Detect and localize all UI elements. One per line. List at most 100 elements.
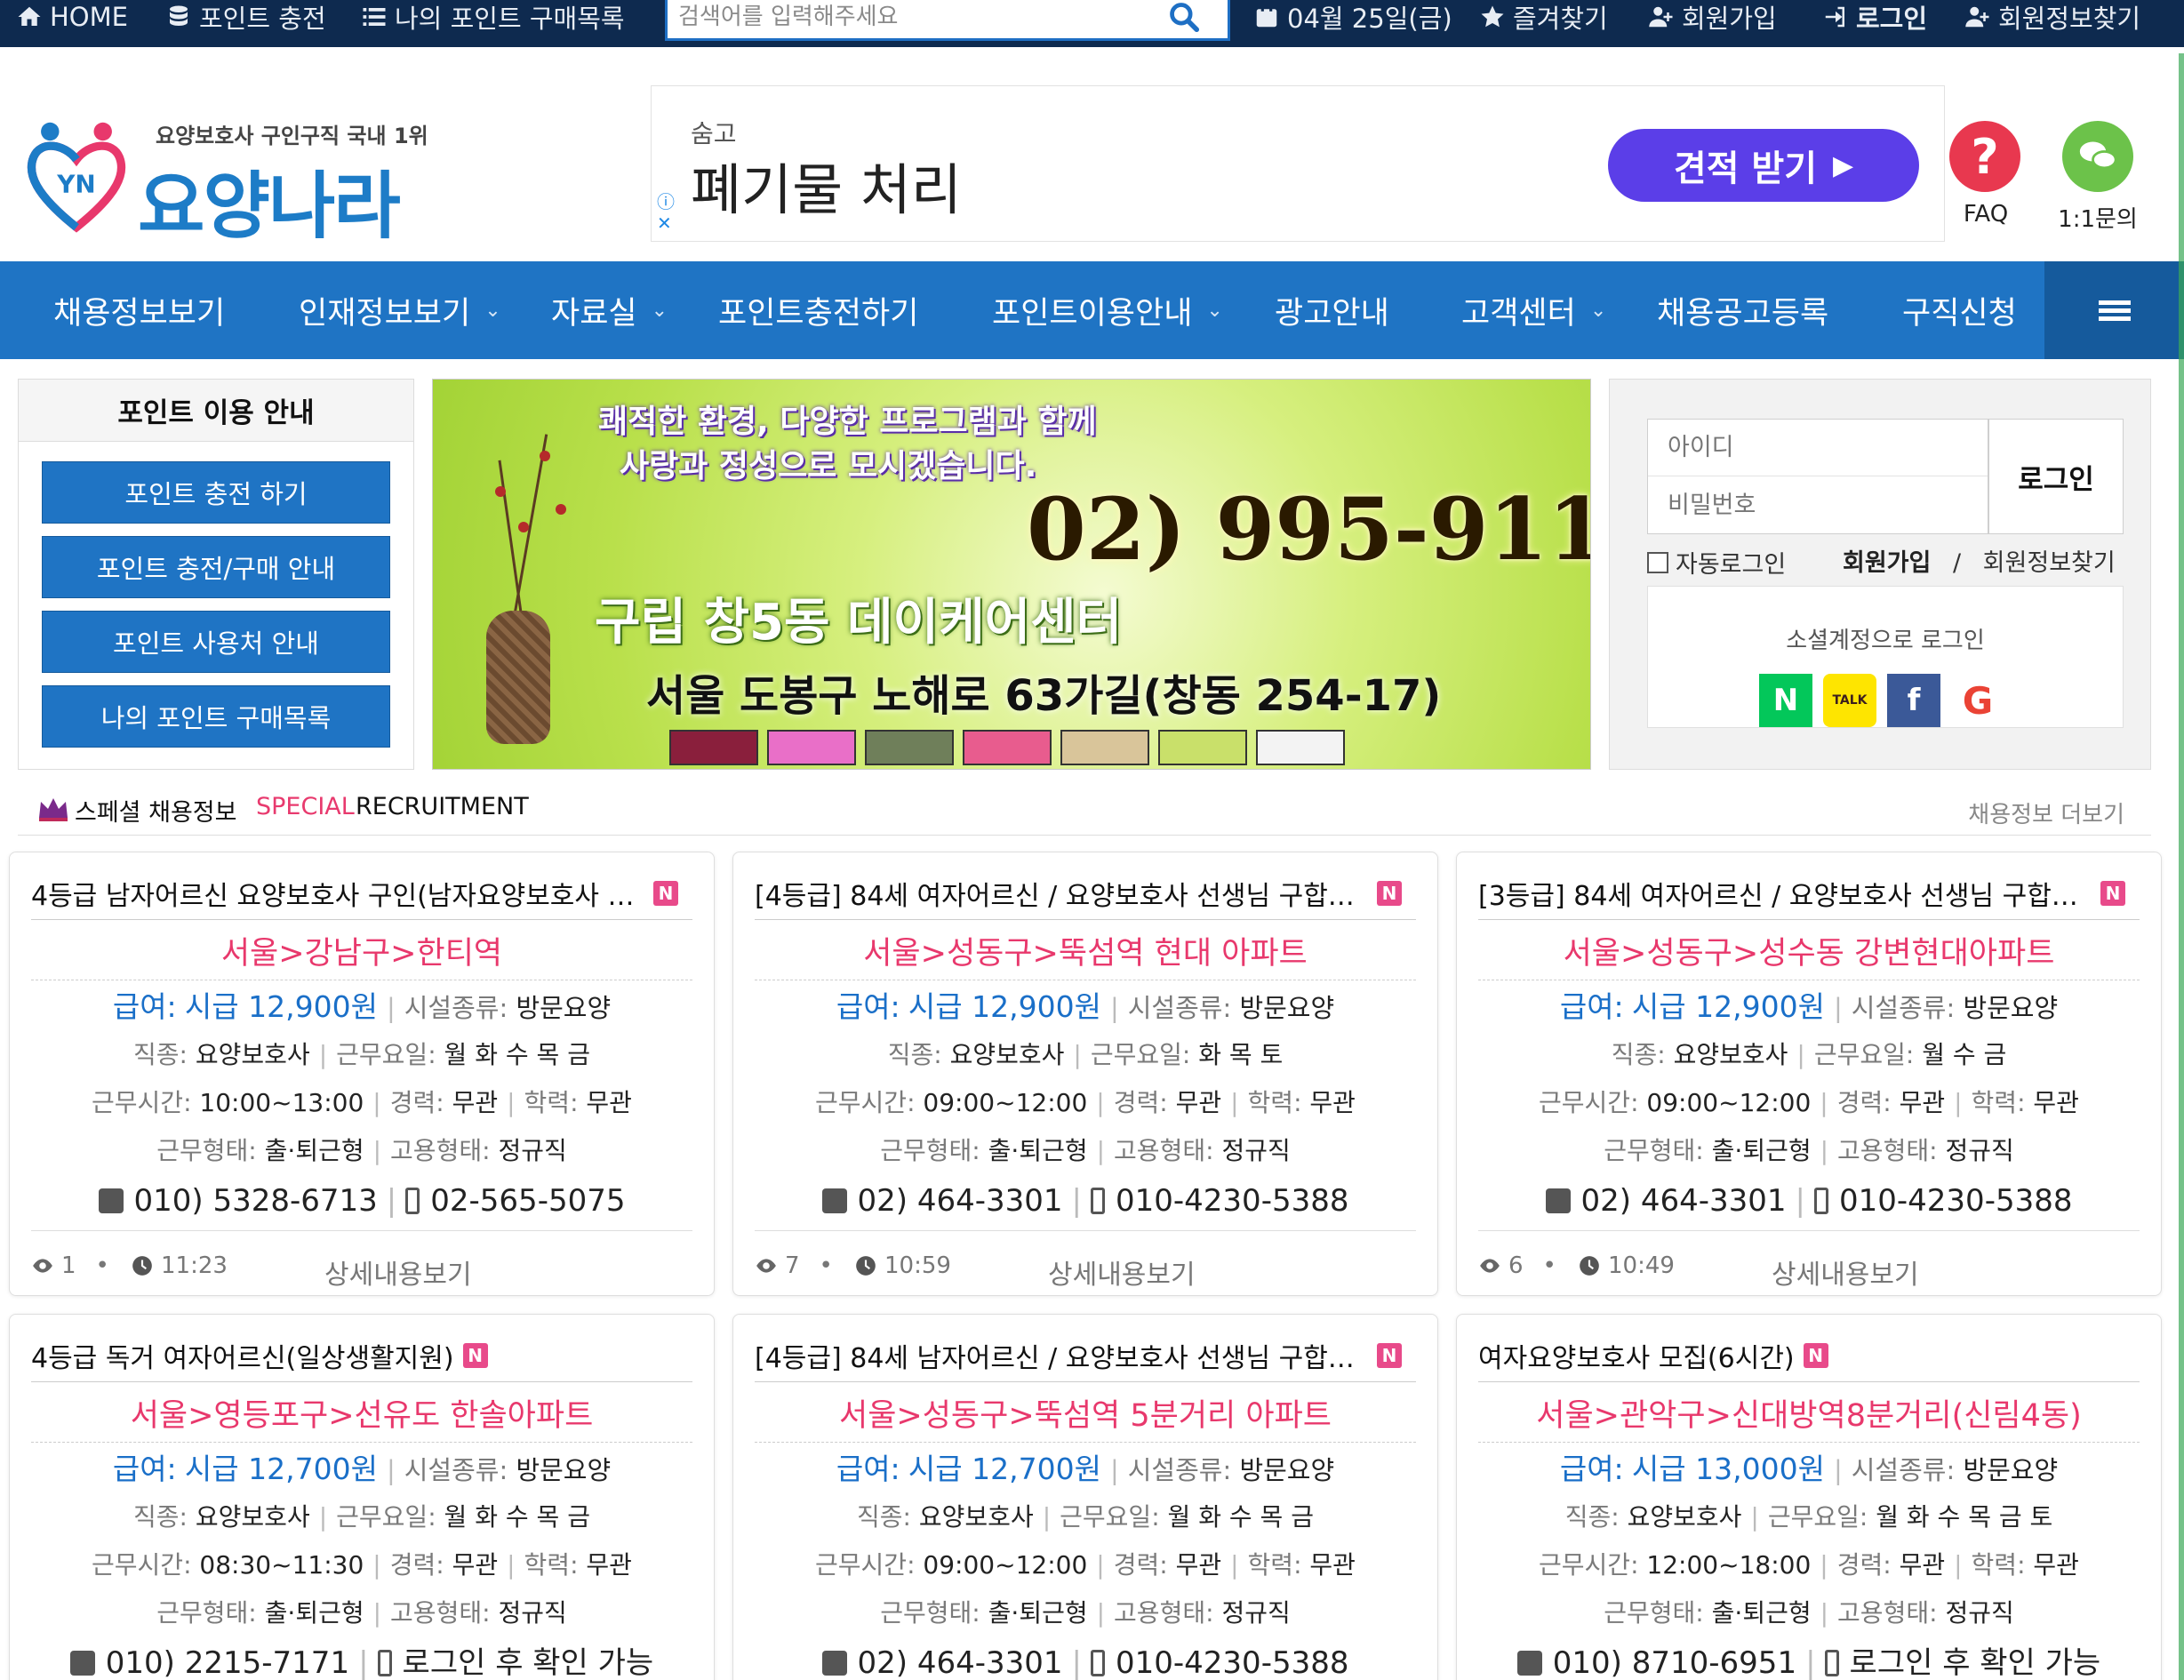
favorites-link[interactable]: 즐겨찾기 [1479,0,1608,34]
advertisement-banner[interactable]: 숨고 폐기물 처리 견적 받기 ▶ ⓘ ✕ [651,85,1945,242]
social-icons: N TALK f G [1759,674,2015,727]
social-login-title: 소셜계정으로 로그인 [1786,628,1985,654]
work-type-label: 근무형태: [880,1598,980,1628]
search-input[interactable] [678,0,1158,34]
find-account-link[interactable]: 회원정보찾기 [1964,0,2140,34]
job-title[interactable]: 4등급 남자어르신 요양보호사 구인(남자요양보호사 우대) N [31,867,692,920]
detail-link[interactable]: 상세내용보기 [324,1252,472,1292]
job-card[interactable]: 4등급 남자어르신 요양보호사 구인(남자요양보호사 우대) N 서울>강남구>한티… [9,852,715,1296]
search-icon[interactable] [1167,0,1201,34]
daycare-banner[interactable]: 쾌적한 환경, 다양한 프로그램과 함께 사랑과 정성으로 모시겠습니다. 02… [432,379,1591,770]
job-title[interactable]: [4등급] 84세 여자어르신 / 요양보호사 선생님 구합니다 N [755,867,1416,920]
special-title: 스페셜 채용정보 [75,799,237,827]
pay-label: 급여: [1559,989,1624,1024]
detail-link[interactable]: 상세내용보기 [1772,1252,1919,1292]
phone-value[interactable]: 010) 8710-6951 [1553,1645,1796,1680]
phone-value[interactable]: 010) 2215-7171 [106,1645,349,1680]
google-login-icon[interactable]: G [1951,674,2004,727]
mobile-value[interactable]: 010-4230-5388 [1116,1183,1349,1219]
password-input[interactable] [1648,476,1988,533]
point-charge-button[interactable]: 포인트 충전 하기 [42,461,390,524]
nav-item-ad-guide[interactable]: 광고안내 [1275,261,1389,359]
phone-value[interactable]: 02) 464-3301 [858,1183,1063,1219]
job-label: 직종: [1564,1502,1620,1532]
faq-link[interactable]: ? FAQ [1949,121,2022,228]
top-bar: HOME 포인트 충전 나의 포인트 구매목록 04월 25일(금) 즐겨찾기 … [0,0,2184,47]
job-card[interactable]: [4등급] 84세 남자어르신 / 요양보호사 선생님 구합니다 N 서울>성동구>… [732,1314,1438,1680]
mobile-value[interactable]: 02-565-5075 [430,1183,625,1219]
nav-item-archive[interactable]: 자료실 ⌄ [551,261,668,359]
nav-item-post-job[interactable]: 채용공고등록 [1657,261,1828,359]
job-title[interactable]: [3등급] 84세 여자어르신 / 요양보호사 선생님 구합니다 N [1478,867,2140,920]
signup-link[interactable]: 회원가입 [1648,0,1777,34]
banner-thumb[interactable] [669,730,758,765]
nav-item-apply[interactable]: 구직신청 [1902,261,2017,359]
nav-item-customer-center[interactable]: 고객센터 ⌄ [1461,261,1606,359]
job-type-row: 직종: 요양보호사 | 근무요일: 월 수 금 [1611,1040,2007,1069]
job-card[interactable]: 4등급 독거 여자어르신(일상생활지원) N 서울>영등포구>선유도 한솔아파트 급여… [9,1314,715,1680]
login-link[interactable]: 로그인 [1822,0,1927,34]
point-purchase-list-button[interactable]: 나의 포인트 구매목록 [42,685,390,748]
banner-thumb[interactable] [1256,730,1345,765]
hours-label: 근무시간: [1539,1550,1639,1580]
mobile-value[interactable]: 로그인 후 확인 가능 [403,1645,654,1680]
phone-value[interactable]: 02) 464-3301 [1581,1183,1787,1219]
mobile-value[interactable]: 010-4230-5388 [1839,1183,2073,1219]
point-purchase-guide-button[interactable]: 포인트 충전/구매 안내 [42,536,390,598]
job-label: 직종: [133,1502,188,1532]
point-charge-link[interactable]: 포인트 충전 [165,0,326,34]
nav-item-jobs[interactable]: 채용정보보기 [53,261,225,359]
ad-choices-icon[interactable]: ⓘ ✕ [657,191,675,234]
job-label: 직종: [857,1502,911,1532]
purchase-list-link[interactable]: 나의 포인트 구매목록 [361,0,625,34]
nav-item-point-charge[interactable]: 포인트충전하기 [718,261,918,359]
detail-link[interactable]: 상세내용보기 [1048,1252,1196,1292]
mobile-icon [1814,1188,1828,1214]
checkbox-icon[interactable] [1647,551,1668,573]
new-badge: N [2100,880,2125,906]
phone-value[interactable]: 02) 464-3301 [858,1645,1063,1680]
banner-thumb[interactable] [1060,730,1149,765]
auto-login-checkbox[interactable]: 자동로그인 [1647,545,1786,580]
job-title[interactable]: 여자요양보호사 모집(6시간) N [1478,1329,2140,1382]
job-title[interactable]: 4등급 독거 여자어르신(일상생활지원) N [31,1329,692,1382]
nav-item-talent[interactable]: 인재정보보기 ⌄ [299,261,501,359]
eye-icon [1480,1259,1500,1273]
job-label: 직종: [1611,1040,1666,1069]
job-card[interactable]: [3등급] 84세 여자어르신 / 요양보호사 선생님 구합니다 N 서울>성동구>… [1456,852,2162,1296]
career-label: 경력: [1113,1550,1168,1580]
naver-login-icon[interactable]: N [1759,674,1812,727]
login-button[interactable]: 로그인 [1988,419,2124,534]
banner-thumb[interactable] [767,730,856,765]
phone-value[interactable]: 010) 5328-6713 [134,1183,378,1219]
days-label: 근무요일: [1060,1502,1160,1532]
nav-item-point-guide[interactable]: 포인트이용안내 ⌄ [992,261,1223,359]
job-title[interactable]: [4등급] 84세 남자어르신 / 요양보호사 선생님 구합니다 N [755,1329,1416,1382]
job-card[interactable]: [4등급] 84세 여자어르신 / 요양보호사 선생님 구합니다 N 서울>성동구>… [732,852,1438,1296]
home-link[interactable]: HOME [16,0,128,34]
kakao-login-icon[interactable]: TALK [1823,674,1876,727]
more-jobs-link[interactable]: 채용정보 더보기 [1968,796,2124,829]
signup-link[interactable]: 회원가입 [1843,549,1931,577]
mobile-value[interactable]: 010-4230-5388 [1116,1645,1349,1680]
inquiry-link[interactable]: 1:1문의 [2055,121,2140,234]
scrollbar[interactable] [2179,53,2184,1680]
job-location: 서울>영등포구>선유도 한솔아파트 [31,1389,692,1443]
job-card[interactable]: 여자요양보호사 모집(6시간) N 서울>관악구>신대방역8분거리(신림4동) 급여:… [1456,1314,2162,1680]
job-pay-row: 급여: 시급 12,900원 | 시설종류: 방문요양 [836,989,1335,1024]
crown-icon [39,798,68,821]
hamburger-menu-icon[interactable] [2044,261,2184,359]
find-account-link[interactable]: 회원정보찾기 [1983,549,2116,577]
banner-thumb[interactable] [1158,730,1247,765]
banner-thumb[interactable] [865,730,954,765]
ad-quote-button[interactable]: 견적 받기 ▶ [1608,129,1919,202]
username-input[interactable] [1648,420,1988,476]
mobile-value[interactable]: 로그인 후 확인 가능 [1850,1645,2101,1680]
job-value: 요양보호사 [918,1502,1034,1532]
emp-type-value: 정규직 [1221,1136,1291,1165]
facebook-login-icon[interactable]: f [1887,674,1940,727]
banner-thumb[interactable] [963,730,1052,765]
point-usage-button[interactable]: 포인트 사용처 안내 [42,611,390,673]
site-logo[interactable]: YN 요양보호사 구인구직 국내 1위 요양나라 [27,111,444,249]
work-type-value: 출·퇴근형 [988,1598,1088,1628]
